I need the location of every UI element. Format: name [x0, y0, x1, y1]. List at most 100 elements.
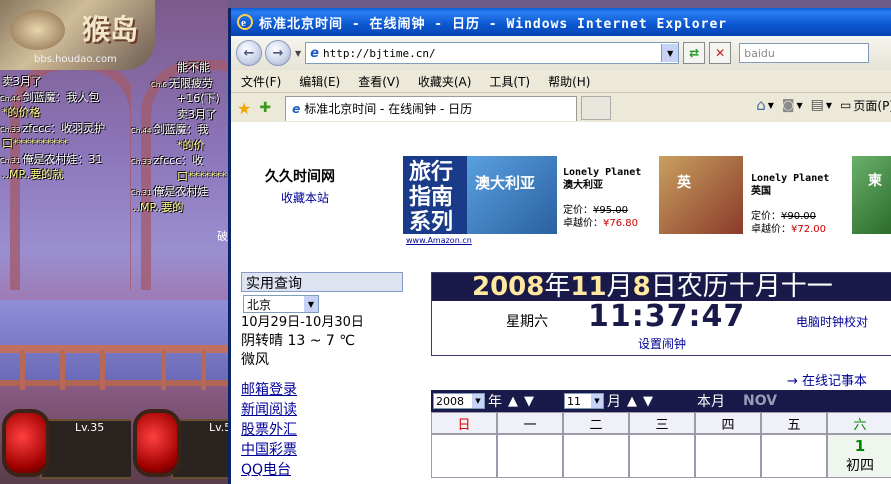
forecast-date: 10月29日-10月30日	[241, 315, 364, 330]
chat-line: Ch.31 俺是农村娃：31	[0, 152, 103, 166]
home-icon[interactable]: ⌂	[756, 96, 766, 114]
online-notepad-link[interactable]: → 在线记事本	[787, 370, 867, 389]
menu-help[interactable]: 帮助(H)	[548, 73, 590, 90]
clock-panel: 2008年11月8日农历十月十一 星期六 11:37:47 电脑时钟校对 设置闹…	[431, 272, 891, 356]
site-name: 久久时间网	[265, 169, 335, 185]
year-select[interactable]: 2008 ▼	[433, 393, 485, 409]
month-select[interactable]: 11 ▼	[564, 393, 604, 409]
clock-sync-link[interactable]: 电脑时钟校对	[796, 313, 868, 330]
menu-view[interactable]: 查看(V)	[358, 73, 400, 90]
weekday-header: 五	[761, 412, 827, 434]
home-dropdown-icon[interactable]: ▼	[768, 101, 774, 110]
back-button[interactable]: ←	[236, 40, 262, 66]
add-favorite-link[interactable]: 收藏本站	[281, 189, 329, 206]
forecast-weather: 阴转晴 13 ~ 7 ℃	[241, 333, 355, 349]
calendar-day[interactable]: 1 初四	[827, 434, 891, 478]
year-dropdown-icon: ▼	[472, 394, 484, 408]
address-bar[interactable]: e http://bjtime.cn/ ▼	[305, 42, 680, 64]
link-news[interactable]: 新闻阅读	[241, 400, 403, 420]
address-input[interactable]: http://bjtime.cn/	[323, 47, 661, 60]
address-toolbar: ← → ▼ e http://bjtime.cn/ ▼ ⇄ ✕ baidu	[231, 36, 891, 70]
address-dropdown-icon[interactable]: ▼	[661, 44, 679, 62]
page-ie-icon: e	[310, 45, 319, 61]
chat-line: +16(下)	[177, 92, 220, 105]
link-lottery[interactable]: 中国彩票	[241, 440, 403, 460]
calendar-day-empty	[563, 434, 629, 478]
chat-line: Ch.33 zfccc：收	[131, 154, 204, 167]
book-cover-uk[interactable]: 英	[659, 156, 743, 234]
title-bar[interactable]: e 标准北京时间 - 在线闹钟 - 日历 - Windows Internet …	[231, 8, 891, 36]
day-number: 1	[854, 437, 866, 455]
chat-log-left: 卖3月了 Ch.44 剑蓝魔：我人包 *的价格 Ch.33 zfccc：收羽灵护 口…	[0, 75, 131, 184]
rss-icon[interactable]: ◙	[782, 98, 795, 113]
weekday-header: 日	[431, 412, 497, 434]
level-label: Lv.35	[75, 421, 105, 434]
set-alarm-link[interactable]: 设置闹钟	[638, 335, 686, 352]
chat-line: Ch.44 剑蓝魔：我人包	[0, 90, 100, 104]
prev-month-icon[interactable]: ▲	[627, 394, 637, 409]
chat-line: Ch.44 剑蓝魔：我	[131, 123, 209, 136]
ie-icon: e	[237, 14, 253, 30]
hp-orb	[133, 409, 181, 477]
chat-log-right: 能不能 Ch.6 无限疲劳 +16(下) 卖3月了 Ch.44 剑蓝魔：我 *的价 …	[131, 61, 228, 216]
game-pane-left: 卖3月了 Ch.44 剑蓝魔：我人包 *的价格 Ch.33 zfccc：收羽灵护 口…	[0, 0, 131, 484]
svg-text:e: e	[241, 17, 246, 29]
book-info-australia[interactable]: Lonely Planet 澳大利亚 定价：¥95.00 卓越价：¥76.80	[563, 156, 659, 230]
city-select[interactable]: 北京 ▼	[243, 295, 319, 313]
menu-tools[interactable]: 工具(T)	[489, 73, 530, 90]
hud-left: Lv.35	[0, 389, 131, 484]
chat-line: ..MP..要的就	[2, 168, 64, 181]
forecast-wind: 微风	[241, 352, 269, 368]
add-favorites-icon[interactable]: ✚	[259, 100, 271, 116]
chat-line: Ch.6 无限疲劳	[151, 76, 214, 90]
month-dropdown-icon: ▼	[591, 394, 603, 408]
utility-panel: 实用查询 北京 ▼ 10月29日-10月30日 阴转晴 13 ~ 7 ℃ 微风 …	[241, 272, 403, 480]
chat-line: 口**********	[2, 137, 68, 150]
book-info-uk[interactable]: Lonely Planet 英国 定价：¥90.00 卓越价：¥72.00	[751, 156, 847, 236]
rss-dropdown-icon[interactable]: ▼	[797, 101, 803, 110]
forward-button[interactable]: →	[265, 40, 291, 66]
refresh-button[interactable]: ⇄	[683, 42, 706, 64]
page-menu-button[interactable]: 页面(P)	[853, 97, 891, 114]
game-pane-right: 能不能 Ch.6 无限疲劳 +16(下) 卖3月了 Ch.44 剑蓝魔：我 *的价 …	[131, 0, 228, 484]
hud-right: Lv.5	[131, 389, 228, 484]
city-dropdown-icon: ▼	[304, 296, 318, 312]
game-window: 卖3月了 Ch.44 剑蓝魔：我人包 *的价格 Ch.33 zfccc：收羽灵护 口…	[0, 0, 228, 484]
menu-file[interactable]: 文件(F)	[241, 73, 281, 90]
page-content: 久久时间网 收藏本站 旅行指南系列 澳大利亚 Lonely Planet 澳大利…	[231, 122, 891, 484]
day-lunar: 初四	[846, 458, 874, 474]
book-cover-cambodia[interactable]: 柬	[852, 156, 891, 234]
print-dropdown-icon[interactable]: ▼	[826, 101, 832, 110]
menu-favorites[interactable]: 收藏夹(A)	[418, 73, 472, 90]
calendar-day-empty	[497, 434, 563, 478]
tab-title: 标准北京时间 - 在线闹钟 - 日历	[304, 102, 473, 116]
tab-ie-icon: e	[292, 101, 301, 116]
calendar-week: 1 初四	[431, 434, 891, 478]
menu-edit[interactable]: 编辑(E)	[299, 73, 340, 90]
history-dropdown-icon[interactable]: ▼	[295, 49, 301, 58]
search-input[interactable]: baidu	[739, 43, 870, 63]
houdao-logo: 猴岛 bbs.houdao.com	[0, 0, 155, 70]
current-time: 11:37:47	[588, 299, 746, 334]
prev-year-icon[interactable]: ▲	[508, 394, 518, 409]
print-icon[interactable]: ▤	[811, 97, 824, 113]
link-stocks[interactable]: 股票外汇	[241, 420, 403, 440]
chat-line: ..MP..要的	[133, 200, 184, 214]
next-month-icon[interactable]: ▼	[643, 394, 653, 409]
calendar-day-empty	[761, 434, 827, 478]
new-tab-button[interactable]	[581, 96, 612, 120]
amazon-banner[interactable]: 旅行指南系列 澳大利亚 Lonely Planet 澳大利亚 定价：¥95.00…	[403, 156, 891, 236]
forward-arrow-icon: →	[272, 45, 284, 61]
next-year-icon[interactable]: ▼	[524, 394, 534, 409]
this-month-button[interactable]: 本月	[697, 391, 725, 411]
tab-bjtime[interactable]: e 标准北京时间 - 在线闹钟 - 日历	[285, 95, 578, 121]
weekday-header: 二	[563, 412, 629, 434]
current-date: 2008年11月8日农历十月十一	[432, 273, 891, 301]
link-mail-login[interactable]: 邮箱登录	[241, 380, 403, 400]
amazon-link[interactable]: www.Amazon.cn	[406, 236, 472, 245]
chat-line: 卖3月了	[2, 75, 42, 88]
book-cover-australia[interactable]: 旅行指南系列 澳大利亚	[403, 156, 557, 235]
link-qq-radio[interactable]: QQ电台	[241, 460, 403, 480]
stop-button[interactable]: ✕	[709, 42, 732, 64]
favorites-star-icon[interactable]: ★	[237, 99, 251, 118]
